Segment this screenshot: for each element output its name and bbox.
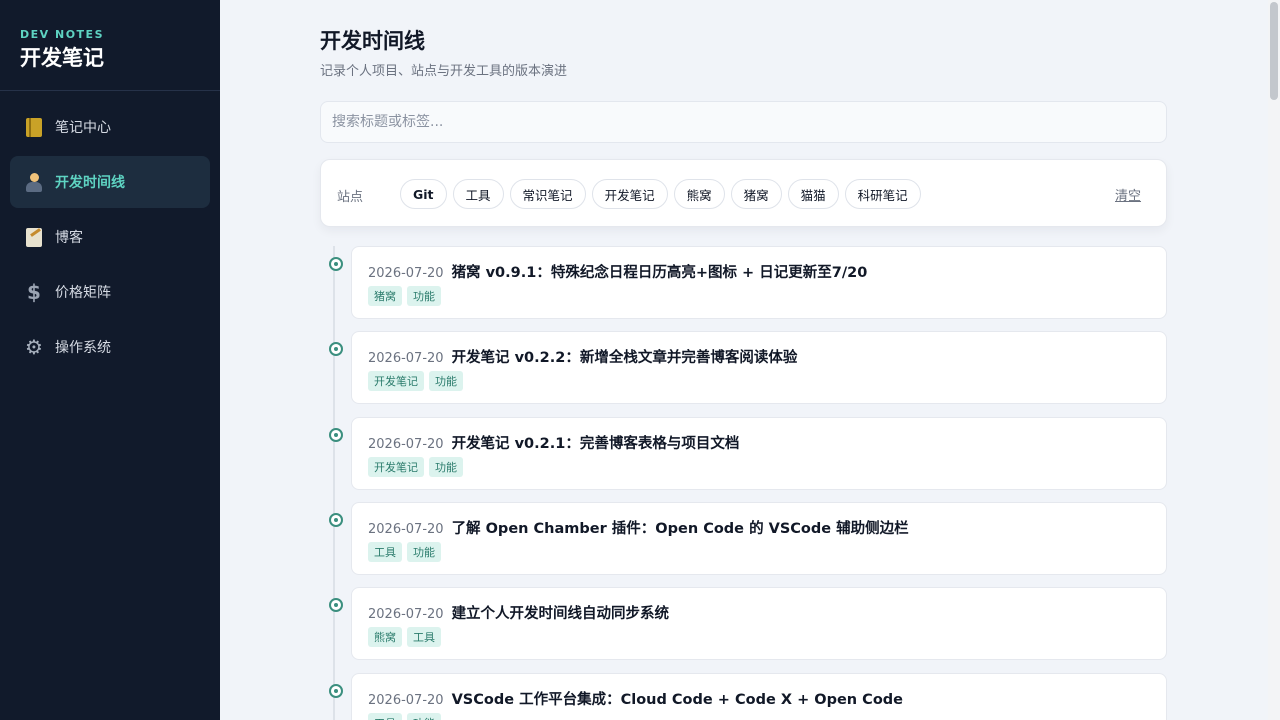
tag: 熊窝 — [368, 627, 402, 647]
tag: 功能 — [407, 713, 441, 720]
entry-date: 2026-07-20 — [368, 607, 444, 622]
timeline-line — [333, 246, 335, 720]
tag: 工具 — [407, 627, 441, 647]
entry-date: 2026-07-20 — [368, 266, 444, 281]
timeline-entry[interactable]: 2026-07-20 VSCode 工作平台集成：Cloud Code + Co… — [329, 673, 1167, 720]
timeline-dot-icon — [329, 598, 343, 612]
timeline-entry[interactable]: 2026-07-20 开发笔记 v0.2.2：新增全栈文章并完善博客阅读体验 开… — [329, 331, 1167, 404]
entry-date: 2026-07-20 — [368, 522, 444, 537]
entry-tags: 开发笔记 功能 — [368, 457, 463, 477]
brand-subtitle: DEV NOTES — [20, 28, 104, 41]
entry-tags: 熊窝 工具 — [368, 627, 441, 647]
filter-panel: 站点 Git 工具 常识笔记 开发笔记 熊窝 猪窝 猫猫 科研笔记 清空 — [320, 159, 1167, 227]
sidebar-item-label: 操作系统 — [55, 340, 111, 356]
sidebar-item-pricing[interactable]: $ 价格矩阵 — [10, 266, 210, 318]
sidebar-item-blog[interactable]: 博客 — [10, 211, 210, 263]
entry-title: VSCode 工作平台集成：Cloud Code + Code X + Open… — [451, 692, 903, 708]
tag: 工具 — [368, 542, 402, 562]
entry-date: 2026-07-20 — [368, 351, 444, 366]
filter-label: 站点 — [337, 190, 364, 205]
entry-tags: 工具 功能 — [368, 542, 441, 562]
timeline-dot-icon — [329, 428, 343, 442]
filter-chip-bear-den[interactable]: 熊窝 — [673, 179, 725, 209]
notebook-icon — [24, 117, 44, 137]
filter-chip-git[interactable]: Git — [400, 179, 447, 209]
filter-chip-dev-notes[interactable]: 开发笔记 — [591, 179, 668, 209]
tag: 工具 — [368, 713, 402, 720]
entry-tags: 工具 功能 — [368, 713, 441, 720]
entry-title: 猪窝 v0.9.1：特殊纪念日程日历高亮+图标 + 日记更新至7/20 — [451, 265, 868, 281]
page-subtitle: 记录个人项目、站点与开发工具的版本演进 — [320, 64, 568, 79]
entry-tags: 猪窝 功能 — [368, 286, 441, 306]
entry-title: 了解 Open Chamber 插件：Open Code 的 VSCode 辅助… — [451, 521, 909, 537]
filter-chips: Git 工具 常识笔记 开发笔记 熊窝 猪窝 猫猫 科研笔记 — [400, 179, 921, 209]
entry-title: 开发笔记 v0.2.2：新增全栈文章并完善博客阅读体验 — [451, 350, 798, 366]
sidebar-item-label: 博客 — [55, 230, 83, 246]
tag: 功能 — [429, 371, 463, 391]
clear-filter-link[interactable]: 清空 — [1115, 185, 1141, 204]
tag: 开发笔记 — [368, 457, 424, 477]
timeline-dot-icon — [329, 513, 343, 527]
timeline-dot-icon — [329, 342, 343, 356]
sidebar-item-os[interactable]: ⚙ 操作系统 — [10, 321, 210, 373]
sidebar-item-notes[interactable]: 笔记中心 — [10, 101, 210, 153]
timeline-dot-icon — [329, 257, 343, 271]
sidebar-item-timeline[interactable]: 开发时间线 — [10, 156, 210, 208]
search-input[interactable] — [320, 101, 1167, 143]
tag: 功能 — [407, 286, 441, 306]
scrollbar-thumb[interactable] — [1270, 2, 1278, 100]
sidebar-item-label: 开发时间线 — [55, 175, 125, 191]
sidebar-nav: 笔记中心 开发时间线 博客 $ 价格矩阵 ⚙ 操作系统 — [0, 91, 220, 373]
page-title: 开发时间线 — [320, 29, 425, 53]
entry-tags: 开发笔记 功能 — [368, 371, 463, 391]
entry-title: 开发笔记 v0.2.1：完善博客表格与项目文档 — [451, 436, 740, 452]
filter-chip-pig-den[interactable]: 猪窝 — [730, 179, 782, 209]
page-scrollbar[interactable] — [1268, 0, 1280, 720]
sidebar: DEV NOTES 开发笔记 笔记中心 开发时间线 博客 $ 价格矩阵 ⚙ 操作… — [0, 0, 220, 720]
timeline-entry[interactable]: 2026-07-20 猪窝 v0.9.1：特殊纪念日程日历高亮+图标 + 日记更… — [329, 246, 1167, 319]
brand-title: 开发笔记 — [20, 46, 104, 70]
filter-chip-common-notes[interactable]: 常识笔记 — [509, 179, 586, 209]
timeline-entry[interactable]: 2026-07-20 建立个人开发时间线自动同步系统 熊窝 工具 — [329, 587, 1167, 660]
brand: DEV NOTES 开发笔记 — [0, 0, 220, 91]
tag: 功能 — [429, 457, 463, 477]
tag: 功能 — [407, 542, 441, 562]
timeline-entry[interactable]: 2026-07-20 开发笔记 v0.2.1：完善博客表格与项目文档 开发笔记 … — [329, 417, 1167, 490]
filter-chip-tools[interactable]: 工具 — [452, 179, 504, 209]
memo-icon — [24, 227, 44, 247]
entry-title: 建立个人开发时间线自动同步系统 — [451, 606, 670, 622]
sidebar-item-label: 笔记中心 — [55, 120, 111, 136]
gear-icon: ⚙ — [25, 335, 43, 359]
filter-chip-cat[interactable]: 猫猫 — [787, 179, 839, 209]
timeline-dot-icon — [329, 684, 343, 698]
sidebar-item-label: 价格矩阵 — [55, 285, 111, 301]
tag: 开发笔记 — [368, 371, 424, 391]
person-icon — [24, 172, 44, 192]
entry-date: 2026-07-20 — [368, 437, 444, 452]
filter-chip-research-notes[interactable]: 科研笔记 — [844, 179, 921, 209]
tag: 猪窝 — [368, 286, 402, 306]
entry-date: 2026-07-20 — [368, 693, 444, 708]
timeline-entry[interactable]: 2026-07-20 了解 Open Chamber 插件：Open Code … — [329, 502, 1167, 575]
dollar-icon: $ — [27, 280, 41, 304]
